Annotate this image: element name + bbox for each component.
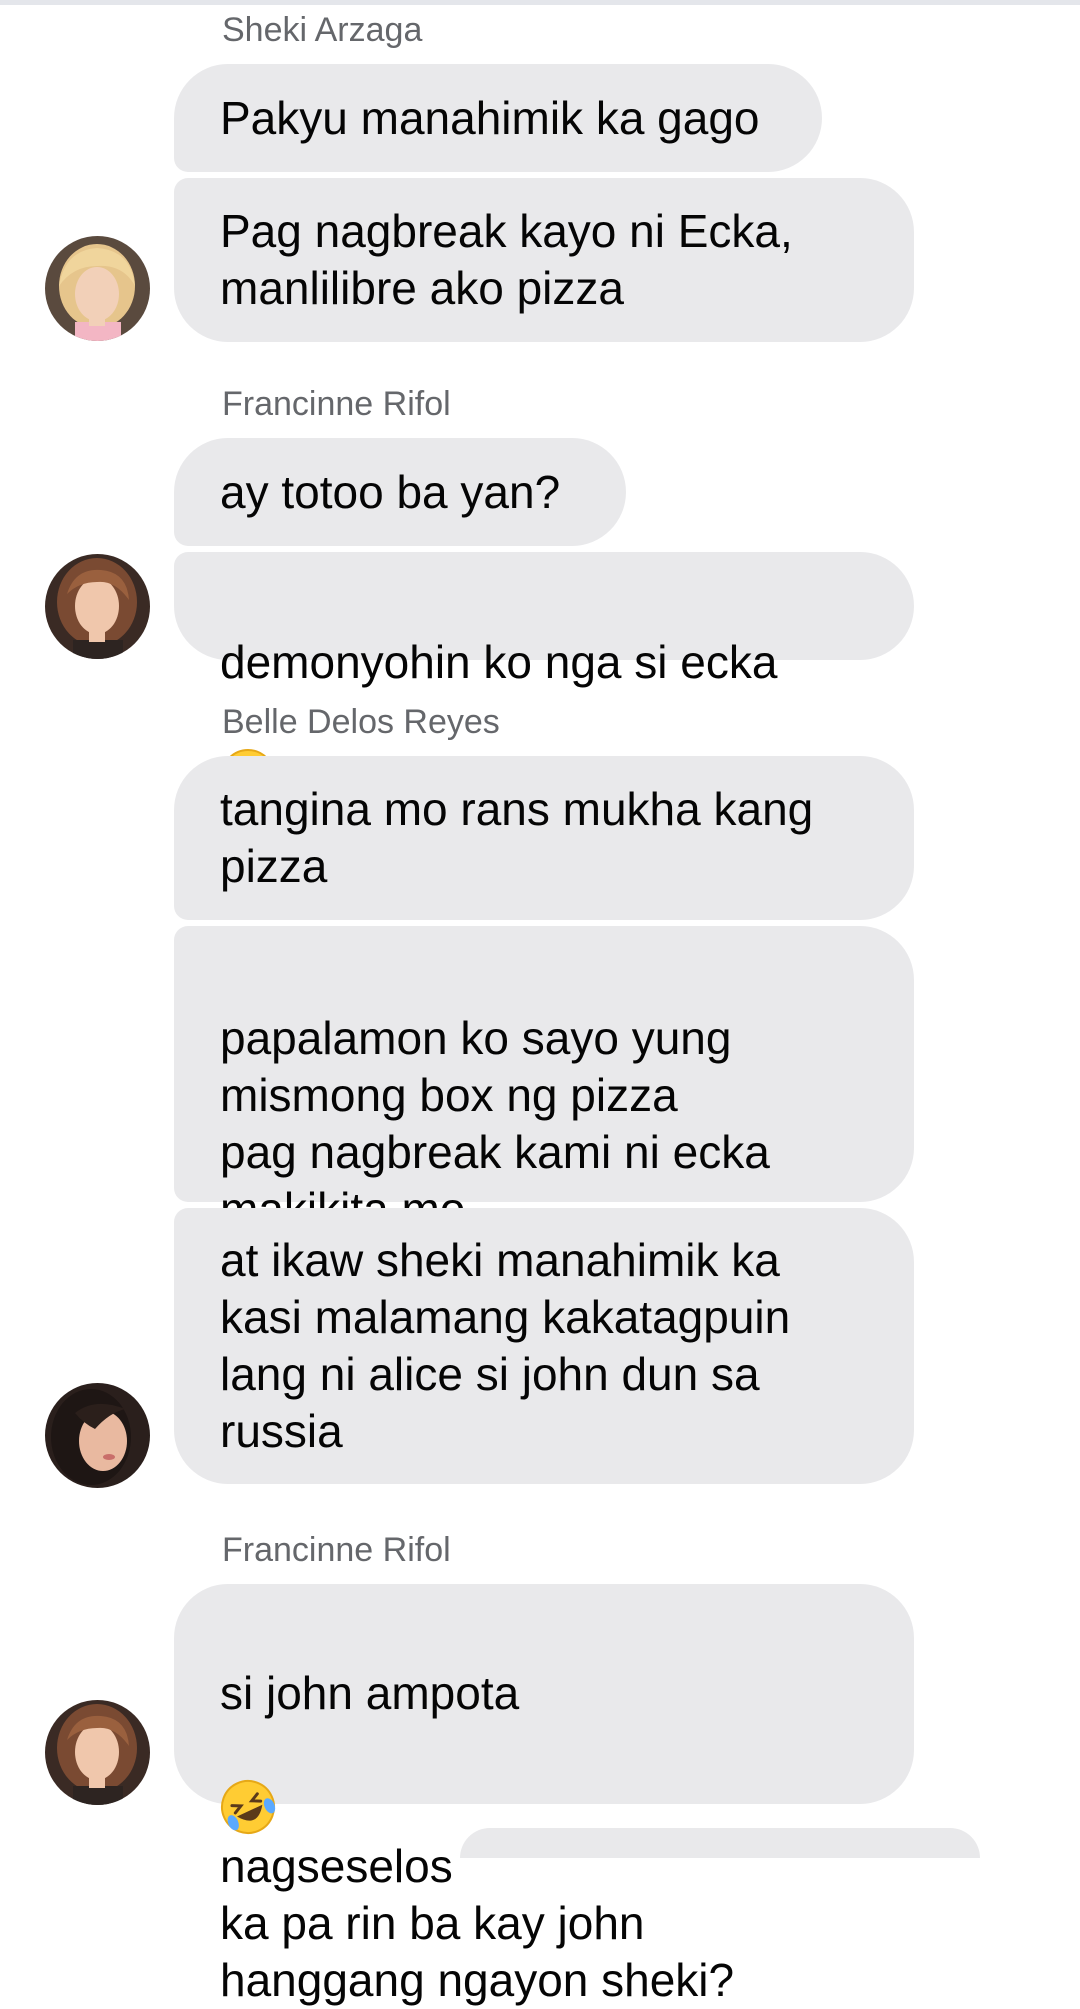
message-bubble-partial[interactable] (460, 1828, 980, 1858)
avatar[interactable] (45, 554, 150, 659)
brunette-woman-avatar (45, 1700, 150, 1805)
message-text: nagseselos ka pa rin ba kay john hanggan… (220, 1840, 735, 2006)
sender-name: Francinne Rifol (222, 1531, 451, 1569)
avatar[interactable] (45, 1700, 150, 1805)
rolling-laughing-emoji (220, 1722, 276, 1834)
message-bubble[interactable]: demonyohin ko nga si ecka (174, 552, 914, 803)
avatar[interactable] (45, 1383, 150, 1488)
dark-hair-woman-avatar (45, 1383, 150, 1488)
brunette-woman-avatar (45, 554, 150, 659)
message-bubble[interactable]: papalamon ko sayo yung mismong box ng pi… (174, 926, 914, 1350)
message-bubble[interactable]: si john ampota nagseselos ka pa rin ba k… (174, 1584, 914, 2006)
message-bubble[interactable]: ay totoo ba yan? (174, 438, 626, 546)
message-bubble[interactable]: Pag nagbreak kayo ni Ecka, manlilibre ak… (174, 178, 914, 342)
sender-name: Francinne Rifol (222, 385, 451, 423)
message-text: demonyohin ko nga si ecka (220, 636, 778, 688)
message-bubble[interactable]: tangina mo rans mukha kang pizza (174, 756, 914, 920)
blonde-woman-avatar (45, 236, 150, 341)
message-text: papalamon ko sayo yung mismong box ng pi… (220, 1012, 770, 1235)
message-bubble[interactable]: Pakyu manahimik ka gago (174, 64, 822, 172)
avatar[interactable] (45, 236, 150, 341)
message-text: si john ampota (220, 1667, 520, 1719)
message-bubble[interactable]: at ikaw sheki manahimik ka kasi malamang… (174, 1208, 914, 1484)
sender-name: Belle Delos Reyes (222, 703, 500, 741)
sender-name: Sheki Arzaga (222, 11, 423, 49)
message-thread: Sheki Arzaga Pakyu manahimik ka gago Pag… (0, 0, 1080, 2006)
